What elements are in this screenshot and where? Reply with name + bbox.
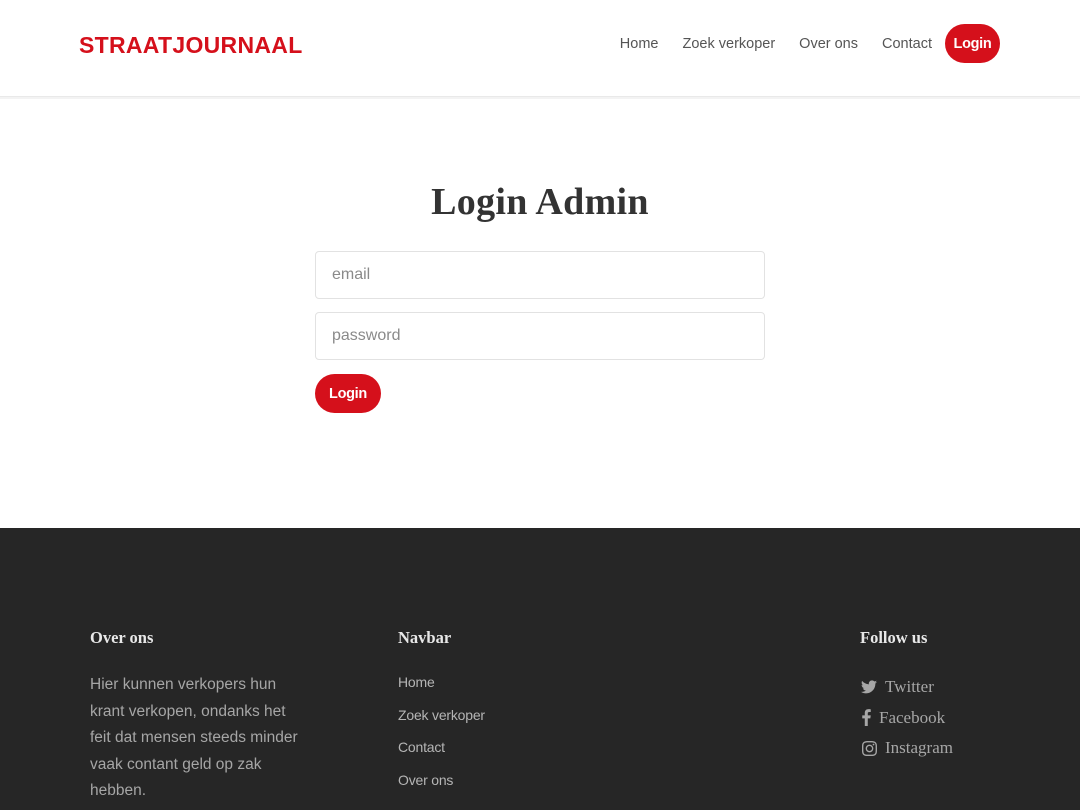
nav-zoek-verkoper[interactable]: Zoek verkoper xyxy=(682,36,775,52)
site-footer: Over ons Hier kunnen verkopers hun krant… xyxy=(0,528,1080,810)
social-facebook[interactable]: Facebook xyxy=(860,703,953,734)
nav-login-button[interactable]: Login xyxy=(945,24,1000,63)
facebook-icon xyxy=(860,709,872,727)
nav-over-ons[interactable]: Over ons xyxy=(799,36,858,52)
login-submit-button[interactable]: Login xyxy=(315,374,381,413)
footer-link-home[interactable]: Home xyxy=(398,672,485,705)
brand-logo[interactable]: STRAATJOURNAAL xyxy=(79,32,303,59)
twitter-icon xyxy=(860,678,878,696)
password-input[interactable] xyxy=(315,312,765,360)
social-instagram[interactable]: Instagram xyxy=(860,733,953,764)
social-instagram-label: Instagram xyxy=(885,738,953,758)
social-twitter-label: Twitter xyxy=(885,677,934,697)
footer-social-links: Twitter Facebook Instagram xyxy=(860,672,953,764)
nav-contact[interactable]: Contact xyxy=(882,36,932,52)
social-facebook-label: Facebook xyxy=(879,707,946,727)
footer-follow-heading: Follow us xyxy=(860,628,928,647)
nav-home[interactable]: Home xyxy=(620,36,659,52)
site-header: STRAATJOURNAAL Home Zoek verkoper Over o… xyxy=(0,0,1080,97)
footer-navbar-heading: Navbar xyxy=(398,628,452,647)
footer-link-zoek-verkoper[interactable]: Zoek verkoper xyxy=(398,705,485,738)
footer-nav-links: Home Zoek verkoper Contact Over ons xyxy=(398,672,485,802)
email-input[interactable] xyxy=(315,251,765,299)
social-twitter[interactable]: Twitter xyxy=(860,672,953,703)
footer-link-contact[interactable]: Contact xyxy=(398,737,485,770)
page-title: Login Admin xyxy=(431,181,649,223)
footer-link-over-ons[interactable]: Over ons xyxy=(398,770,485,803)
footer-about-text: Hier kunnen verkopers hun krant verkopen… xyxy=(90,676,298,799)
main-nav: Home Zoek verkoper Over ons Contact Logi… xyxy=(620,24,1000,63)
footer-about-heading: Over ons xyxy=(90,628,154,647)
instagram-icon xyxy=(860,739,878,757)
